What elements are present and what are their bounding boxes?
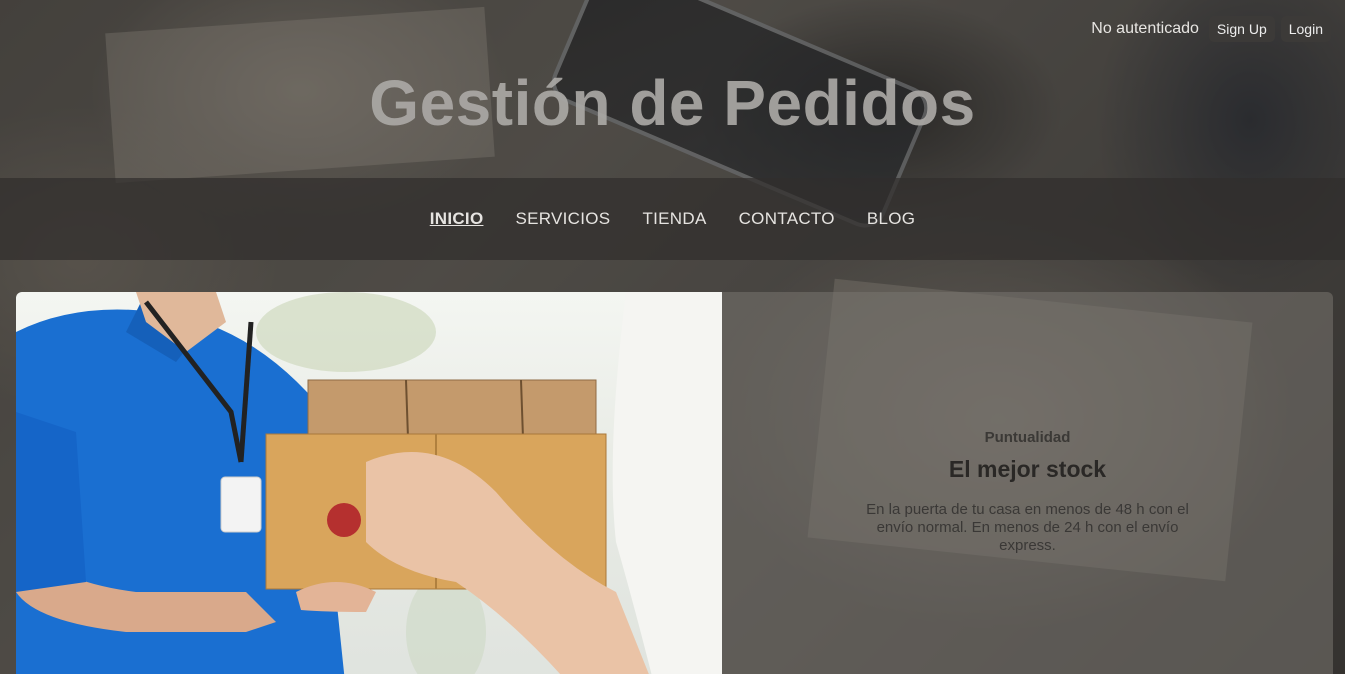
auth-status: No autenticado — [1091, 20, 1199, 37]
feature-title: El mejor stock — [948, 456, 1107, 482]
delivery-illustration — [16, 292, 722, 674]
auth-area: No autenticado Sign Up Login — [1091, 16, 1331, 42]
login-button[interactable]: Login — [1280, 16, 1331, 42]
nav-item-tienda[interactable]: TIENDA — [642, 209, 706, 229]
feature-description: En la puerta de tu casa en menos de 48 h… — [866, 501, 1189, 554]
nav-item-servicios[interactable]: SERVICIOS — [515, 209, 610, 229]
site-title: Gestión de Pedidos — [369, 67, 976, 139]
feature-text: Puntualidad El mejor stock En la puerta … — [722, 292, 1333, 674]
signup-button[interactable]: Sign Up — [1208, 16, 1275, 42]
nav-item-blog[interactable]: BLOG — [867, 209, 915, 229]
feature-card: Puntualidad El mejor stock En la puerta … — [16, 292, 1333, 674]
main-nav: INICIO SERVICIOS TIENDA CONTACTO BLOG — [0, 178, 1345, 260]
nav-item-contacto[interactable]: CONTACTO — [739, 209, 835, 229]
nav-item-inicio[interactable]: INICIO — [430, 209, 484, 229]
feature-eyebrow: Puntualidad — [984, 429, 1071, 446]
delivery-image — [16, 292, 722, 674]
